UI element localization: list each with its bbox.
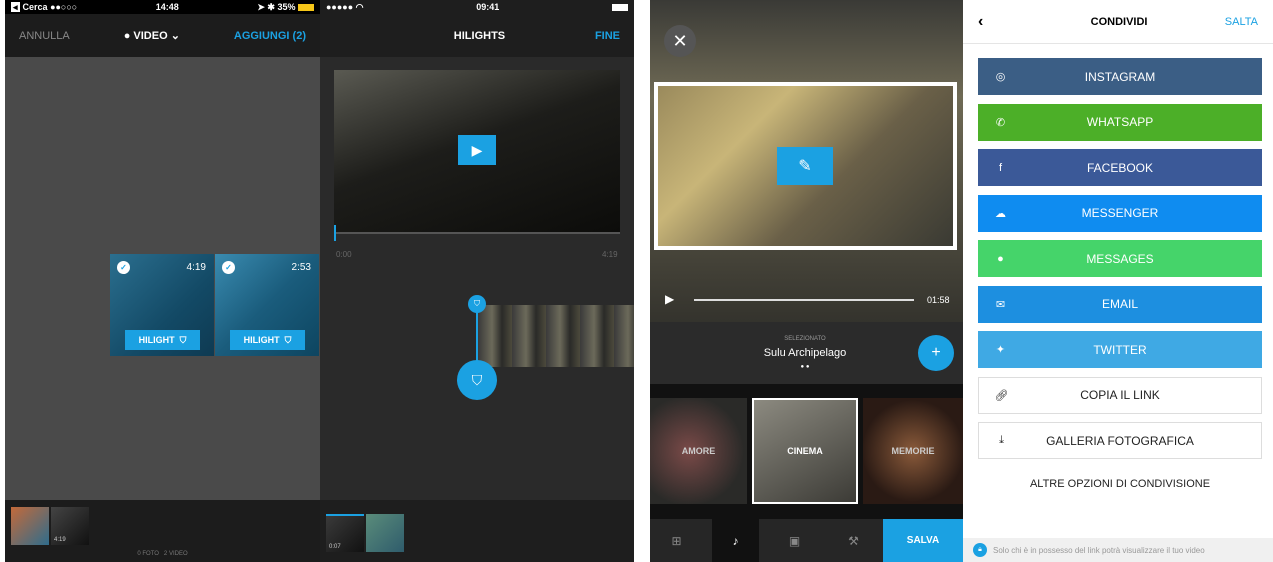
hilight-button[interactable]: HILIGHT ⛉: [125, 330, 200, 350]
whatsapp-icon: ✆: [995, 116, 1006, 129]
add-hilight-button[interactable]: ⛉: [457, 360, 497, 400]
messenger-icon: ☁: [995, 207, 1006, 220]
share-galleria-fotografica-button[interactable]: ⤓ GALLERIA FOTOGRAFICA: [978, 422, 1262, 459]
share-label: INSTAGRAM: [1084, 69, 1156, 84]
share-label: EMAIL: [1101, 297, 1138, 311]
privacy-notice: 🔒︎ Solo chi è in possesso del link potrà…: [963, 538, 1273, 562]
tab-music[interactable]: ♪: [712, 519, 759, 562]
plus-icon: +: [931, 344, 941, 361]
share-header: ‹ CONDIVIDI SALTA: [963, 0, 1273, 44]
cancel-button[interactable]: ANNULLA: [19, 30, 70, 42]
share-label: FACEBOOK: [1086, 160, 1154, 175]
more-options-button[interactable]: ALTRE OPZIONI DI CONDIVISIONE: [978, 478, 1262, 490]
share-twitter-button[interactable]: ✦ TWITTER: [978, 331, 1262, 368]
chevron-down-icon: ⌄: [170, 30, 180, 42]
battery-label: 35%: [277, 1, 296, 12]
pencil-icon: ✎: [798, 158, 812, 175]
check-icon: ✓: [117, 261, 130, 274]
share-facebook-button[interactable]: f FACEBOOK: [978, 149, 1262, 186]
status-bar: ●●●●● ◠ 09:41: [320, 0, 634, 14]
share-label: TWITTER: [1093, 342, 1147, 357]
video-dropdown[interactable]: ● VIDEO ⌄: [124, 29, 180, 42]
selected-label: SELEZIONATO: [784, 336, 826, 342]
share-screen: ‹ CONDIVIDI SALTA ◎ INSTAGRAM ✆ WHATSAPP f FA…: [963, 0, 1273, 562]
play-button[interactable]: ▶: [458, 135, 496, 165]
hilights-screen: ●●●●● ◠ 09:41 HILIGHTS FINE ▶ 0:00 4:19 …: [320, 0, 634, 562]
email-icon: ✉: [995, 298, 1006, 311]
theme-memories[interactable]: MEMORIE: [863, 398, 963, 504]
tray-thumb-1[interactable]: [11, 507, 49, 545]
timeline-filmstrip[interactable]: [478, 305, 634, 367]
download-icon: ⤓: [999, 434, 1004, 446]
status-bar: ◂ Cerca ●●○○○ 14:48 ➤ ✱ 35%: [5, 0, 320, 14]
clip-thumb-1[interactable]: 0:07: [326, 514, 364, 552]
lock-icon: 🔒︎: [973, 543, 987, 557]
video-select-screen: ◂ Cerca ●●○○○ 14:48 ➤ ✱ 35% ANNULLA ● VID…: [5, 0, 320, 562]
screen-title: HILIGHTS: [453, 29, 506, 42]
hilight-icon: ⛉: [179, 334, 187, 345]
close-icon: ✕: [672, 30, 688, 51]
video-dropdown-label: VIDEO: [133, 30, 168, 42]
video-duration: 01:58: [927, 295, 950, 305]
skip-button[interactable]: SALTA: [1225, 16, 1258, 28]
share-email-button[interactable]: ✉ EMAIL: [978, 285, 1262, 323]
facebook-icon: f: [998, 161, 1003, 174]
clip-thumb-2[interactable]: [366, 514, 404, 552]
hilight-button[interactable]: HILIGHT ⛉: [230, 330, 305, 350]
tray-thumb-2[interactable]: 4:19: [51, 507, 89, 545]
theme-cinema[interactable]: CINEMA: [752, 398, 858, 504]
edit-button[interactable]: ✎: [777, 147, 833, 185]
scrubber[interactable]: [694, 299, 914, 301]
time-start: 0:00: [336, 250, 352, 259]
clip-time: 0:07: [329, 544, 341, 550]
wrench-icon: ⚒: [848, 533, 859, 548]
format-icon: ▣: [788, 533, 801, 548]
share-label: GALLERIA FOTOGRAFICA: [1046, 433, 1194, 448]
play-icon[interactable]: ▶: [665, 292, 674, 306]
music-note-icon: ♪: [732, 533, 739, 548]
theme-love[interactable]: AMORE: [650, 398, 747, 504]
tab-format[interactable]: ▣: [771, 519, 818, 562]
status-time: 09:41: [476, 2, 500, 12]
time-end: 4:19: [602, 250, 618, 259]
share-copia-il-link-button[interactable]: 🔗︎ COPIA IL LINK: [978, 376, 1262, 414]
media-icon: ⊞: [671, 533, 682, 548]
video-tile-1[interactable]: ✓ 4:19 HILIGHT ⛉: [110, 254, 214, 356]
share-label: COPIA IL LINK: [1080, 388, 1160, 402]
add-button[interactable]: AGGIUNGI (2): [234, 30, 306, 42]
share-whatsapp-button[interactable]: ✆ WHATSAPP: [978, 103, 1262, 141]
close-button[interactable]: ✕: [664, 25, 696, 57]
page-dots: ● ●: [800, 364, 810, 370]
check-icon: ✓: [222, 261, 235, 274]
back-icon[interactable]: ‹: [978, 13, 983, 31]
share-messages-button[interactable]: ● MESSAGES: [978, 240, 1262, 277]
hilight-icon: ⛉: [284, 334, 292, 345]
share-messenger-button[interactable]: ☁ MESSENGER: [978, 194, 1262, 232]
share-label: MESSAGES: [1086, 251, 1154, 266]
progress-bar[interactable]: [334, 225, 620, 241]
share-label: WHATSAPP: [1086, 115, 1154, 129]
link-icon: 🔗︎: [994, 389, 1009, 402]
tile-duration: 2:53: [291, 262, 311, 273]
save-button[interactable]: SALVA: [883, 519, 963, 562]
share-label: MESSENGER: [1081, 206, 1159, 220]
done-button[interactable]: FINE: [595, 30, 620, 42]
thumb-duration: 4:19: [54, 537, 66, 543]
carrier-label: Cerca: [22, 1, 48, 12]
editor-screen: ✕ ✎ ▶ 01:58 SELEZIONATO Sulu Archipelago…: [650, 0, 963, 562]
video-tile-2[interactable]: ✓ 2:53 HILIGHT ⛉: [215, 254, 319, 356]
playhead-handle[interactable]: ⛉: [468, 295, 486, 313]
tab-media[interactable]: ⊞: [653, 519, 700, 562]
instagram-icon: ◎: [995, 71, 1006, 83]
tile-duration: 4:19: [186, 262, 206, 273]
song-title: Sulu Archipelago: [763, 347, 847, 359]
page-title: CONDIVIDI: [1090, 15, 1148, 28]
twitter-icon: ✦: [995, 344, 1006, 356]
status-time: 14:48: [155, 2, 179, 12]
media-count: 0 FOTO 2 VIDEO: [137, 551, 188, 557]
tab-settings[interactable]: ⚒: [830, 519, 877, 562]
messages-icon: ●: [997, 252, 1004, 265]
share-instagram-button[interactable]: ◎ INSTAGRAM: [978, 58, 1262, 95]
add-music-button[interactable]: +: [918, 335, 954, 371]
